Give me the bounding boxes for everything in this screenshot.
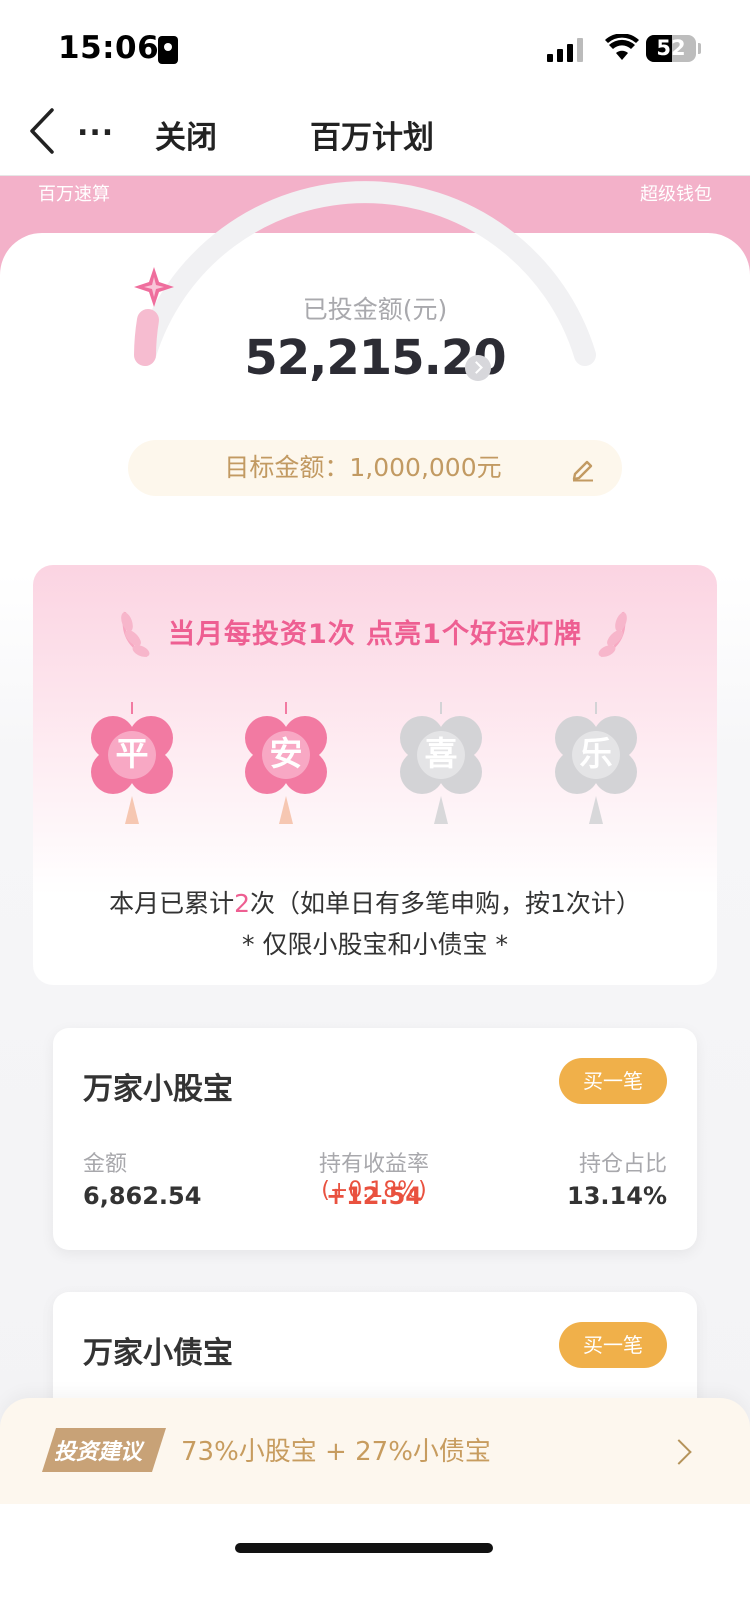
lantern-1: 平 (87, 700, 177, 830)
buy-button[interactable]: 买一笔 (559, 1058, 667, 1104)
count-value: 2 (234, 889, 250, 918)
advice-text: 73%小股宝 + 27%小债宝 (181, 1437, 491, 1467)
wifi-icon (605, 34, 639, 60)
target-amount: 目标金额：1,000,000元 (224, 453, 502, 482)
battery-percent: 52 (656, 36, 686, 60)
cellular-signal-icon (547, 38, 583, 62)
advice-badge-text: 投资建议 (54, 1440, 143, 1465)
bottom-safe-area (0, 1504, 750, 1623)
super-wallet-link[interactable]: 超级钱包 (640, 180, 712, 206)
ratio-label: 持仓占比 (578, 1152, 667, 1177)
lantern-2: 安 (241, 700, 331, 830)
fund-card-stock[interactable]: 万家小股宝 买一笔 金额 6,862.54 持有收益率(+0.18%) +12.… (53, 1028, 697, 1250)
lantern-char: 乐 (579, 734, 613, 773)
home-indicator[interactable] (235, 1543, 493, 1553)
invested-label: 已投金额(元) (302, 295, 448, 324)
buy-button[interactable]: 买一笔 (559, 1322, 667, 1368)
lantern-3: 喜 (396, 700, 486, 830)
return-value: +12.54 (325, 1182, 423, 1210)
orientation-lock-icon (158, 36, 178, 64)
lantern-char: 喜 (424, 734, 458, 773)
battery-tip (698, 43, 701, 54)
more-button[interactable]: ... (77, 108, 114, 143)
campaign-title: 当月每投资1次 点亮1个好运灯牌 (168, 619, 582, 650)
fund-name: 万家小债宝 (83, 1336, 233, 1371)
amount-label: 金额 (83, 1152, 128, 1177)
invested-amount[interactable]: 52,215.20 (0, 330, 750, 386)
fund-name: 万家小股宝 (83, 1072, 233, 1107)
ratio-value: 13.14% (567, 1182, 667, 1210)
status-bar: 15:06 52 (0, 0, 750, 90)
amount-value: 6,862.54 (83, 1182, 202, 1210)
count-suffix: 次（如单日有多笔申购，按1次计） (250, 889, 641, 918)
target-amount-pill[interactable]: 目标金额：1,000,000元 (128, 440, 622, 496)
edit-pencil-icon[interactable] (570, 456, 596, 482)
battery-icon: 52 (646, 35, 696, 62)
million-calculator-link[interactable]: 百万速算 (38, 180, 110, 206)
back-chevron-icon[interactable] (28, 106, 68, 156)
return-label-text: 持有收益率 (318, 1152, 429, 1177)
count-prefix: 本月已累计 (109, 889, 235, 918)
lantern-char: 平 (115, 734, 149, 773)
lantern-char: 安 (269, 734, 303, 773)
campaign-note: * 仅限小股宝和小债宝 * (242, 930, 508, 959)
laurel-right-icon (598, 611, 627, 658)
lantern-4: 乐 (551, 700, 641, 830)
status-time: 15:06 (58, 30, 160, 66)
monthly-count-text: 本月已累计2次（如单日有多笔申购，按1次计） (0, 884, 750, 920)
investment-advice-bar[interactable]: 投资建议 73%小股宝 + 27%小债宝 (0, 1398, 750, 1504)
chevron-right-icon[interactable] (465, 355, 491, 381)
